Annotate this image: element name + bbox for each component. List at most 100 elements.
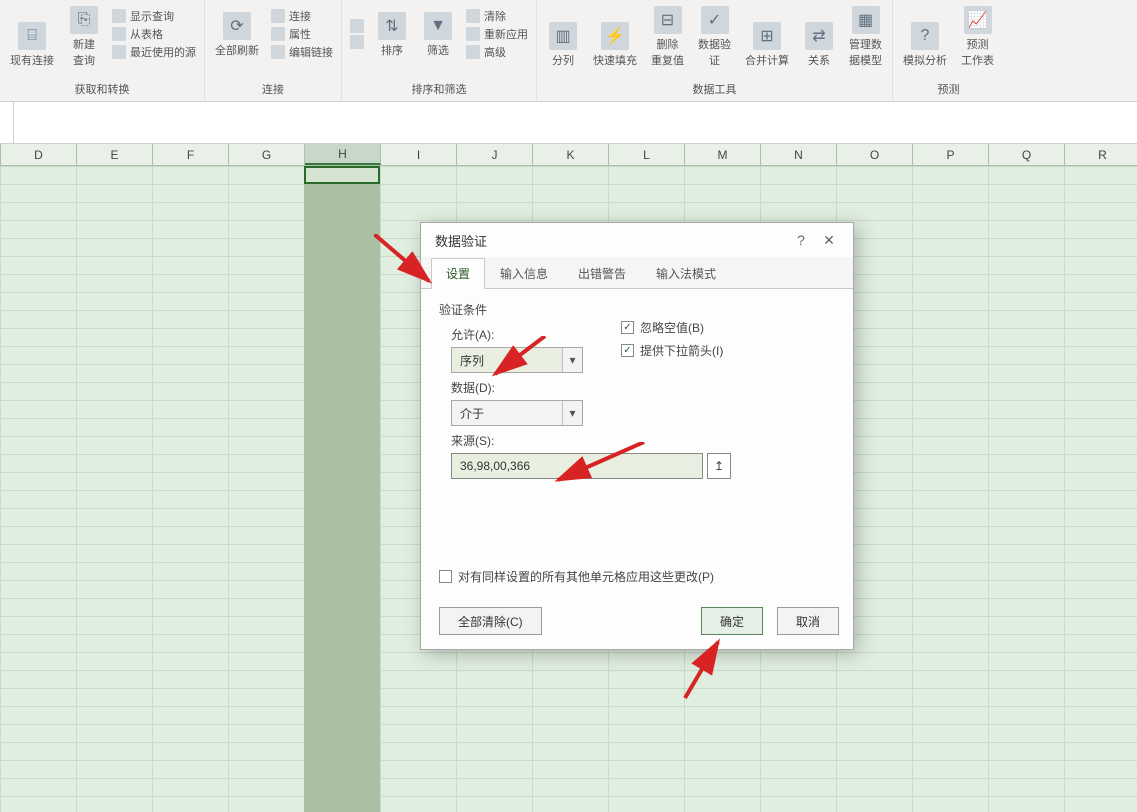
new-query-button[interactable]: ⎘ 新建 查询 xyxy=(64,4,104,70)
section-label: 验证条件 xyxy=(439,301,835,318)
checkbox-checked-icon: ✓ xyxy=(621,344,634,357)
model-icon: ▦ xyxy=(852,6,880,34)
apply-others-checkbox[interactable]: 对有同样设置的所有其他单元格应用这些更改(P) xyxy=(439,568,714,585)
data-dropdown[interactable]: 介于 ▾ xyxy=(451,400,583,426)
sort-icon: ⇅ xyxy=(378,12,406,40)
dup-icon: ⊟ xyxy=(654,6,682,34)
relation-label: 关系 xyxy=(808,52,830,68)
manage-model-button[interactable]: ▦管理数 据模型 xyxy=(845,4,886,70)
whatif-button[interactable]: ?模拟分析 xyxy=(899,4,951,70)
recent-label: 最近使用的源 xyxy=(130,44,196,60)
properties-button[interactable]: 属性 xyxy=(269,26,335,42)
ribbon-group-get-transform: ⌸ 现有连接 ⎘ 新建 查询 显示查询 从表格 最近使用的源 获取和转换 xyxy=(0,0,205,101)
ignore-blank-label: 忽略空值(B) xyxy=(640,319,704,336)
clear-all-button[interactable]: 全部清除(C) xyxy=(439,607,542,635)
new-query-icon: ⎘ xyxy=(70,6,98,34)
checkbox-unchecked-icon xyxy=(439,570,452,583)
az-icon xyxy=(350,19,364,33)
range-selector-button[interactable]: ↥ xyxy=(707,453,731,479)
editlink-icon xyxy=(271,45,285,59)
source-input[interactable] xyxy=(451,453,703,479)
connections-button[interactable]: 连接 xyxy=(269,8,335,24)
edit-links-button[interactable]: 编辑链接 xyxy=(269,44,335,60)
group-label: 获取和转换 xyxy=(75,78,130,101)
allow-dropdown[interactable]: 序列 ▾ xyxy=(451,347,583,373)
forecast-label: 预测 工作表 xyxy=(961,36,994,68)
advanced-filter-button[interactable]: 高级 xyxy=(464,44,530,60)
refresh-all-button[interactable]: ⟳ 全部刷新 xyxy=(211,4,263,60)
group-label: 排序和筛选 xyxy=(412,78,467,101)
column-header-L[interactable]: L xyxy=(609,144,685,165)
tab-ime-mode[interactable]: 输入法模式 xyxy=(641,258,731,289)
consolidate-button[interactable]: ⊞合并计算 xyxy=(741,4,793,70)
relationships-button[interactable]: ⇄关系 xyxy=(799,4,839,70)
sort-az-button[interactable] xyxy=(348,19,366,33)
formula-bar xyxy=(0,102,1137,144)
column-header-K[interactable]: K xyxy=(533,144,609,165)
forecast-icon: 📈 xyxy=(964,6,992,34)
sort-za-button[interactable] xyxy=(348,35,366,49)
forecast-sheet-button[interactable]: 📈预测 工作表 xyxy=(957,4,998,70)
group-label: 连接 xyxy=(262,78,284,101)
validation-icon: ✓ xyxy=(701,6,729,34)
remove-duplicates-button[interactable]: ⊟删除 重复值 xyxy=(647,4,688,70)
from-table-button[interactable]: 从表格 xyxy=(110,26,198,42)
filter-label: 筛选 xyxy=(427,42,449,58)
reapply-label: 重新应用 xyxy=(484,26,528,42)
column-header-F[interactable]: F xyxy=(153,144,229,165)
data-valid-label: 数据验 证 xyxy=(698,36,731,68)
whatif-label: 模拟分析 xyxy=(903,52,947,68)
column-header-N[interactable]: N xyxy=(761,144,837,165)
clear-filter-label: 清除 xyxy=(484,8,506,24)
column-header-Q[interactable]: Q xyxy=(989,144,1065,165)
adv-icon xyxy=(466,45,480,59)
ok-button[interactable]: 确定 xyxy=(701,607,763,635)
columns-icon: ▥ xyxy=(549,22,577,50)
editlink-label: 编辑链接 xyxy=(289,44,333,60)
column-header-D[interactable]: D xyxy=(1,144,77,165)
close-button[interactable]: ✕ xyxy=(815,232,843,249)
data-validation-button[interactable]: ✓数据验 证 xyxy=(694,4,735,70)
chevron-down-icon: ▾ xyxy=(562,401,582,425)
in-cell-dropdown-checkbox[interactable]: ✓ 提供下拉箭头(I) xyxy=(621,342,723,359)
za-icon xyxy=(350,35,364,49)
column-header-J[interactable]: J xyxy=(457,144,533,165)
clear-filter-button[interactable]: 清除 xyxy=(464,8,530,24)
flash-fill-button[interactable]: ⚡快速填充 xyxy=(589,4,641,70)
manage-model-label: 管理数 据模型 xyxy=(849,36,882,68)
help-button[interactable]: ? xyxy=(787,232,815,248)
column-header-G[interactable]: G xyxy=(229,144,305,165)
flash-fill-label: 快速填充 xyxy=(593,52,637,68)
dialog-titlebar[interactable]: 数据验证 ? ✕ xyxy=(421,223,853,257)
sort-button[interactable]: ⇅ 排序 xyxy=(372,4,412,60)
column-header-R[interactable]: R xyxy=(1065,144,1137,165)
existing-conn-label: 现有连接 xyxy=(10,52,54,68)
dialog-tabs: 设置 输入信息 出错警告 输入法模式 xyxy=(421,257,853,288)
column-header-P[interactable]: P xyxy=(913,144,989,165)
group-label: 数据工具 xyxy=(693,78,737,101)
data-validation-dialog: 数据验证 ? ✕ 设置 输入信息 出错警告 输入法模式 验证条件 允许(A): … xyxy=(420,222,854,650)
existing-connections-button[interactable]: ⌸ 现有连接 xyxy=(6,4,58,70)
from-table-label: 从表格 xyxy=(130,26,163,42)
name-box[interactable] xyxy=(0,102,14,143)
refresh-icon: ⟳ xyxy=(223,12,251,40)
list-icon xyxy=(112,9,126,23)
column-header-E[interactable]: E xyxy=(77,144,153,165)
column-header-H[interactable]: H xyxy=(305,144,381,165)
show-query-label: 显示查询 xyxy=(130,8,174,24)
dialog-body: 验证条件 允许(A): 序列 ▾ 数据(D): 介于 ▾ 来源(S): ↥ ✓ … xyxy=(421,289,853,597)
column-header-I[interactable]: I xyxy=(381,144,457,165)
cancel-button[interactable]: 取消 xyxy=(777,607,839,635)
filter-button[interactable]: ▼ 筛选 xyxy=(418,4,458,60)
reapply-button[interactable]: 重新应用 xyxy=(464,26,530,42)
tab-input-message[interactable]: 输入信息 xyxy=(485,258,563,289)
tab-settings[interactable]: 设置 xyxy=(431,258,485,289)
recent-sources-button[interactable]: 最近使用的源 xyxy=(110,44,198,60)
selected-column xyxy=(304,166,380,812)
column-header-O[interactable]: O xyxy=(837,144,913,165)
tab-error-alert[interactable]: 出错警告 xyxy=(563,258,641,289)
column-header-M[interactable]: M xyxy=(685,144,761,165)
text-to-columns-button[interactable]: ▥分列 xyxy=(543,4,583,70)
ignore-blank-checkbox[interactable]: ✓ 忽略空值(B) xyxy=(621,319,723,336)
show-query-button[interactable]: 显示查询 xyxy=(110,8,198,24)
